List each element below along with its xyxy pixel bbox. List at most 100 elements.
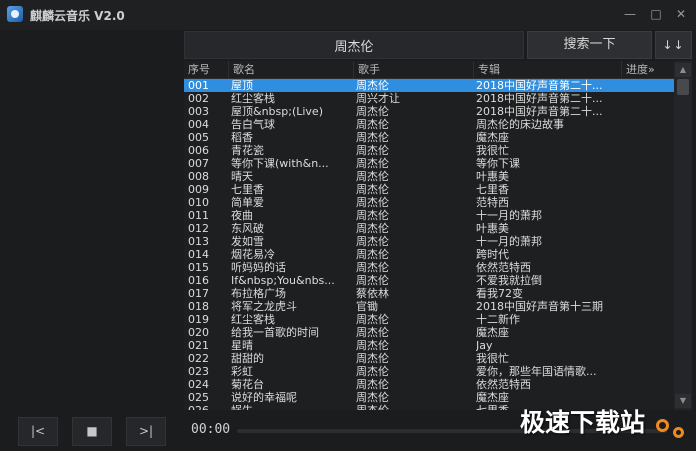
table-row[interactable]: 017 布拉格广场 蔡依林 看我72变 [184, 287, 674, 300]
song-name: 稻香 [231, 131, 253, 144]
table-row[interactable]: 005 稻香 周杰伦 魔杰座 [184, 131, 674, 144]
app-title: 麒麟云音乐 V2.0 [30, 9, 125, 23]
scroll-up-icon[interactable]: ▲ [675, 63, 691, 77]
song-name: 红尘客栈 [231, 92, 275, 105]
row-number: 022 [188, 352, 209, 365]
singer-name: 周杰伦 [356, 274, 389, 287]
table-row[interactable]: 015 听妈妈的话 周杰伦 依然范特西 [184, 261, 674, 274]
singer-name: 周杰伦 [356, 222, 389, 235]
singer-name: 周杰伦 [356, 248, 389, 261]
table-row[interactable]: 007 等你下课(with&n... 周杰伦 等你下课 [184, 157, 674, 170]
row-number: 009 [188, 183, 209, 196]
album-name: 范特西 [476, 196, 509, 209]
table-row[interactable]: 010 简单爱 周杰伦 范特西 [184, 196, 674, 209]
table-row[interactable]: 009 七里香 周杰伦 七里香 [184, 183, 674, 196]
song-name: 听妈妈的话 [231, 261, 286, 274]
singer-name: 周杰伦 [356, 131, 389, 144]
song-name: 青花瓷 [231, 144, 264, 157]
row-number: 011 [188, 209, 209, 222]
album-name: 依然范特西 [476, 261, 531, 274]
table-row[interactable]: 016 If&nbsp;You&nbs... 周杰伦 不爱我就拉倒 [184, 274, 674, 287]
table-row[interactable]: 022 甜甜的 周杰伦 我很忙 [184, 352, 674, 365]
singer-name: 周杰伦 [356, 339, 389, 352]
album-name: 十二新作 [476, 313, 520, 326]
title-bar: 麒麟云音乐 V2.0 — □ ✕ [0, 0, 696, 30]
table-row[interactable]: 014 烟花易冷 周杰伦 跨时代 [184, 248, 674, 261]
row-number: 010 [188, 196, 209, 209]
column-header-no[interactable]: 序号 [184, 61, 228, 79]
row-number: 018 [188, 300, 209, 313]
table-row[interactable]: 013 发如雪 周杰伦 十一月的萧邦 [184, 235, 674, 248]
album-name: 爱你，那些年国语情歌... [476, 365, 597, 378]
scroll-thumb[interactable] [677, 79, 689, 95]
singer-name: 周杰伦 [356, 157, 389, 170]
minimize-button[interactable]: — [620, 4, 640, 24]
scroll-down-icon[interactable]: ▼ [675, 394, 691, 408]
row-number: 003 [188, 105, 209, 118]
table-row[interactable]: 002 红尘客栈 周兴才让 2018中国好声音第二十... [184, 92, 674, 105]
album-name: 叶惠美 [476, 170, 509, 183]
row-number: 025 [188, 391, 209, 404]
singer-name: 周兴才让 [356, 92, 400, 105]
search-button[interactable]: 搜索一下 [527, 31, 652, 59]
table-row[interactable]: 021 星晴 周杰伦 Jay [184, 339, 674, 352]
close-button[interactable]: ✕ [671, 4, 691, 24]
song-name: 布拉格广场 [231, 287, 286, 300]
album-name: 依然范特西 [476, 378, 531, 391]
song-name: 将军之龙虎斗 [231, 300, 297, 313]
table-row[interactable]: 008 晴天 周杰伦 叶惠美 [184, 170, 674, 183]
table-row[interactable]: 024 菊花台 周杰伦 依然范特西 [184, 378, 674, 391]
table-row[interactable]: 006 青花瓷 周杰伦 我很忙 [184, 144, 674, 157]
singer-name: 周杰伦 [356, 183, 389, 196]
row-number: 002 [188, 92, 209, 105]
album-name: 2018中国好声音第十三期 [476, 300, 603, 313]
column-header-progress[interactable]: 进度» [621, 61, 674, 79]
stop-button[interactable]: ■ [72, 417, 112, 446]
sort-button[interactable]: ↓↓ [655, 31, 692, 59]
album-name: 魔杰座 [476, 131, 509, 144]
album-name: 十一月的萧邦 [476, 235, 542, 248]
singer-name: 官锄 [356, 300, 378, 313]
row-number: 006 [188, 144, 209, 157]
album-name: Jay [476, 339, 493, 352]
previous-button[interactable]: |< [18, 417, 58, 446]
table-row[interactable]: 001 屋顶 周杰伦 2018中国好声音第二十... [184, 79, 674, 92]
singer-name: 周杰伦 [356, 235, 389, 248]
table-row[interactable]: 011 夜曲 周杰伦 十一月的萧邦 [184, 209, 674, 222]
column-header-name[interactable]: 歌名 [228, 61, 353, 79]
singer-name: 周杰伦 [356, 352, 389, 365]
row-number: 015 [188, 261, 209, 274]
song-name: 七里香 [231, 183, 264, 196]
watermark-gear-icon [673, 427, 684, 438]
album-name: 2018中国好声音第二十... [476, 105, 603, 118]
table-row[interactable]: 020 给我一首歌的时间 周杰伦 魔杰座 [184, 326, 674, 339]
table-row[interactable]: 004 告白气球 周杰伦 周杰伦的床边故事 [184, 118, 674, 131]
song-name: 烟花易冷 [231, 248, 275, 261]
table-row[interactable]: 003 屋顶&nbsp;(Live) 周杰伦 2018中国好声音第二十... [184, 105, 674, 118]
list-rows: 001 屋顶 周杰伦 2018中国好声音第二十... 002 红尘客栈 周兴才让 2018中国… [184, 79, 674, 410]
album-name: 七里香 [476, 183, 509, 196]
row-number: 008 [188, 170, 209, 183]
row-number: 014 [188, 248, 209, 261]
song-name: 东风破 [231, 222, 264, 235]
album-name: 叶惠美 [476, 222, 509, 235]
maximize-button[interactable]: □ [646, 4, 666, 24]
album-name: 我很忙 [476, 144, 509, 157]
list-header: 序号 歌名 歌手 专辑 进度» [184, 61, 674, 79]
table-row[interactable]: 023 彩虹 周杰伦 爱你，那些年国语情歌... [184, 365, 674, 378]
column-header-album[interactable]: 专辑 [473, 61, 621, 79]
list-scrollbar[interactable]: ▲ ▼ [674, 61, 692, 410]
album-name: 看我72变 [476, 287, 523, 300]
singer-name: 周杰伦 [356, 209, 389, 222]
column-header-singer[interactable]: 歌手 [353, 61, 473, 79]
search-input[interactable] [184, 31, 524, 59]
singer-name: 周杰伦 [356, 378, 389, 391]
table-row[interactable]: 018 将军之龙虎斗 官锄 2018中国好声音第十三期 [184, 300, 674, 313]
next-button[interactable]: >| [126, 417, 166, 446]
table-row[interactable]: 019 红尘客栈 周杰伦 十二新作 [184, 313, 674, 326]
table-row[interactable]: 012 东风破 周杰伦 叶惠美 [184, 222, 674, 235]
watermark-text: 极速下载站 [520, 408, 646, 437]
singer-name: 周杰伦 [356, 170, 389, 183]
song-name: 夜曲 [231, 209, 253, 222]
song-name: 晴天 [231, 170, 253, 183]
